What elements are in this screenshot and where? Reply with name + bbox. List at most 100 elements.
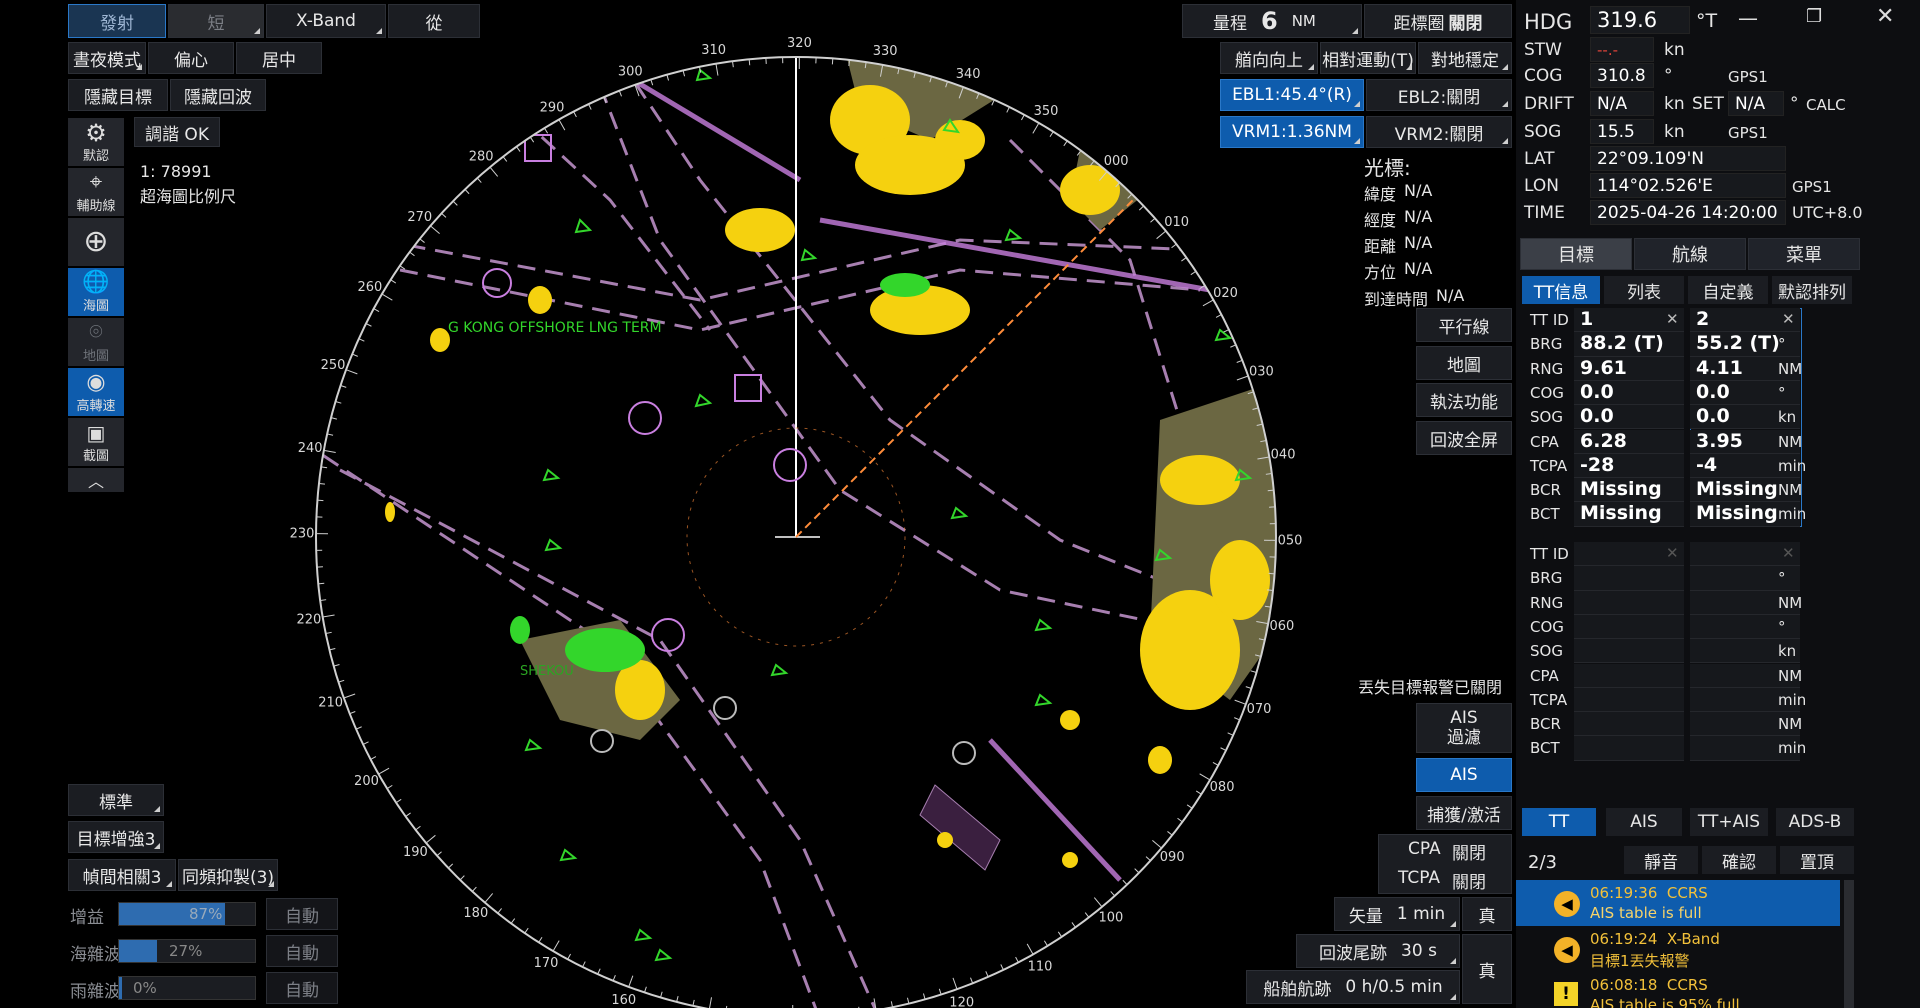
filter-tab-adsb[interactable]: ADS-B (1776, 808, 1854, 836)
alarm-message: 目標1丟失報警 (1590, 952, 1690, 970)
bearing-tick (327, 433, 334, 436)
rain-clutter-slider[interactable]: 0% (118, 976, 256, 1000)
collapse-tools-button[interactable]: ︿ (68, 468, 124, 492)
vrm2-button[interactable]: VRM2:關閉 (1366, 116, 1512, 148)
bearing-tick (618, 90, 622, 97)
preset-standard-button[interactable]: 標準 (68, 784, 164, 816)
range-rings-button[interactable]: 距標圈 關閉 (1364, 4, 1512, 38)
alarm-mute-button[interactable]: 靜音 (1624, 846, 1698, 874)
trail-true-button[interactable]: 真 (1462, 934, 1512, 1004)
pulse-length-button[interactable]: 短 (168, 4, 264, 38)
range-selector[interactable]: 量程 6 NM (1182, 4, 1362, 38)
vrm1-button[interactable]: VRM1:1.36NM (1220, 116, 1364, 148)
compass-tool[interactable]: ⊕ (68, 218, 124, 266)
tt-row-label: TT ID (1530, 311, 1569, 329)
tab-menu[interactable]: 菜單 (1748, 238, 1860, 270)
enforcement-button[interactable]: 執法功能 (1416, 383, 1512, 417)
echo-trail-button[interactable]: 回波尾跡 30 s (1296, 934, 1460, 968)
tt-row-unit: kn (1778, 408, 1797, 427)
capture-activate-button[interactable]: 捕獲/激活 (1416, 796, 1512, 830)
subtab-custom[interactable]: 自定義 (1688, 276, 1768, 304)
hide-targets-button[interactable]: 隱藏目標 (68, 79, 168, 111)
vector-true-button[interactable]: 真 (1462, 897, 1512, 931)
close-icon[interactable]: ✕ (1782, 310, 1795, 328)
ground-stabilized-button[interactable]: 對地穩定 (1418, 42, 1512, 74)
sea-clutter-slider[interactable]: 27% (118, 939, 256, 963)
filter-tab-ais[interactable]: AIS (1606, 808, 1682, 836)
alarm-item[interactable]: ! 06:08:18 CCRS AIS table is 95% full (1516, 972, 1840, 1008)
close-icon[interactable]: ✕ (1666, 310, 1679, 328)
off-center-button[interactable]: 偏心 (148, 42, 234, 74)
ebl1-button[interactable]: EBL1:45.4°(R) (1220, 79, 1364, 111)
chart-tool[interactable]: 🌐 海圖 (68, 268, 124, 316)
close-icon[interactable]: ✕ (1666, 544, 1679, 562)
ais-toggle-button[interactable]: AIS (1416, 758, 1512, 792)
bearing-tick (1202, 299, 1214, 307)
frame-correlation-button[interactable]: 幀間相關3 (68, 859, 176, 891)
map-tool[interactable]: ⌾ 地圖 (68, 318, 124, 366)
subtab-default-sort[interactable]: 默認排列 (1772, 276, 1852, 304)
cursor-bearing-label: 方位 (1364, 263, 1397, 282)
gain-slider[interactable]: 87% (118, 902, 256, 926)
tt-row-unit: NM (1778, 432, 1803, 451)
hide-echo-button[interactable]: 隱藏回波 (170, 79, 266, 111)
alarm-pin-button[interactable]: 置頂 (1780, 846, 1854, 874)
subtab-tt-info[interactable]: TT信息 (1522, 276, 1600, 304)
vector-length-button[interactable]: 矢量 1 min (1334, 897, 1460, 931)
slave-mode-button[interactable]: 從 (388, 4, 480, 38)
bearing-tick (322, 614, 335, 618)
ship-track-label: 船舶航跡 (1263, 979, 1332, 1000)
chart-scale-ratio: 1: 78991 (140, 162, 212, 181)
rain-clutter-auto-button[interactable]: 自動 (266, 972, 338, 1004)
band-select-button[interactable]: X-Band (266, 4, 386, 38)
alarm-scrollbar[interactable] (1844, 880, 1854, 1008)
tt-row-unit: NM (1778, 481, 1803, 500)
bearing-label: 070 (1247, 702, 1272, 717)
tab-route[interactable]: 航線 (1634, 238, 1746, 270)
bearing-tick (330, 417, 338, 420)
aux-line-tool[interactable]: ⌖ 輔助線 (68, 168, 124, 216)
alarm-source: X-Band (1666, 930, 1720, 948)
sea-clutter-auto-button[interactable]: 自動 (266, 935, 338, 967)
echo-fullscreen-button[interactable]: 回波全屏 (1416, 421, 1512, 455)
ship-track-button[interactable]: 船舶航跡 0 h/0.5 min (1246, 970, 1460, 1004)
interference-rejection-button[interactable]: 同頻抑製(3) (178, 859, 278, 891)
warning-icon: ! (1554, 982, 1578, 1006)
bearing-tick (748, 59, 751, 66)
minimize-icon[interactable]: — (1738, 6, 1758, 30)
map-pin-icon: ⌾ (89, 319, 103, 345)
filter-tab-tt[interactable]: TT (1522, 808, 1596, 836)
ais-filter-button[interactable]: AIS 過濾 (1416, 703, 1512, 753)
bearing-tick (441, 212, 447, 218)
center-button[interactable]: 居中 (236, 42, 322, 74)
high-speed-tool[interactable]: ◉ 高轉速 (68, 368, 124, 416)
restore-icon[interactable]: ❐ (1806, 6, 1822, 27)
bearing-tick (378, 767, 390, 775)
close-icon[interactable]: ✕ (1782, 544, 1795, 562)
relative-motion-button[interactable]: 相對運動(T) (1320, 42, 1416, 74)
tab-target[interactable]: 目標 (1520, 238, 1632, 270)
filter-tab-tt-ais[interactable]: TT+AIS (1690, 808, 1768, 836)
ebl2-button[interactable]: EBL2:關閉 (1366, 79, 1512, 111)
bearing-tick (340, 385, 347, 388)
subtab-list[interactable]: 列表 (1604, 276, 1684, 304)
speaker-icon: ◀ (1554, 891, 1580, 917)
default-tool[interactable]: ⚙ 默認 (68, 118, 124, 166)
parallel-lines-button[interactable]: 平行線 (1416, 308, 1512, 342)
alarm-item[interactable]: ◀ 06:19:24 X-Band 目標1丟失報警 (1516, 926, 1840, 972)
screenshot-tool[interactable]: ▣ 截圖 (68, 418, 124, 466)
alarm-confirm-button[interactable]: 確認 (1702, 846, 1776, 874)
bearing-tick (430, 225, 440, 235)
transmit-button[interactable]: 發射 (68, 4, 166, 38)
tune-status[interactable]: 調諧 OK (134, 117, 220, 147)
radar-scope[interactable]: G KONG OFFSHORE LNG TERM SHEKOU 000 010 02… (0, 0, 1516, 1008)
alarm-item[interactable]: ◀ 06:19:36 CCRS AIS table is full (1516, 880, 1840, 926)
gain-auto-button[interactable]: 自動 (266, 898, 338, 930)
close-icon[interactable]: ✕ (1876, 4, 1894, 29)
day-night-button[interactable]: 晝夜模式 (68, 42, 146, 74)
map-button[interactable]: 地圖 (1416, 346, 1512, 380)
bearing-tick (1150, 217, 1156, 223)
head-up-button[interactable]: 艏向向上 (1220, 42, 1318, 74)
target-enhance-button[interactable]: 目標增強3 (68, 821, 164, 853)
tt-row-label: TT ID (1530, 545, 1569, 563)
